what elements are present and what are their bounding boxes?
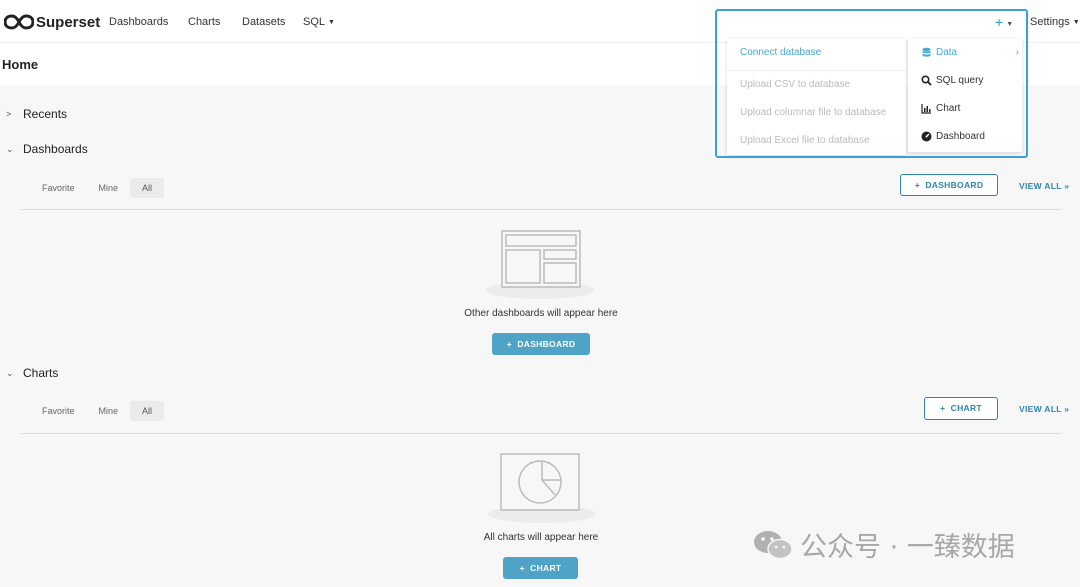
dashboard-placeholder-icon	[486, 230, 594, 299]
add-chart-label: CHART	[950, 403, 982, 413]
dashboards-empty-text: Other dashboards will appear here	[464, 308, 618, 319]
add-dashboard-button[interactable]: + DASHBOARD	[900, 174, 998, 196]
add-chart-button[interactable]: + CHART	[924, 397, 998, 420]
plus-icon: +	[914, 180, 920, 190]
dashboards-filter-tabs: Favorite Mine All	[30, 178, 165, 198]
nav-sql-label: SQL	[303, 16, 326, 28]
charts-label: Charts	[23, 366, 59, 380]
add-dashboard-label: DASHBOARD	[925, 180, 984, 190]
tab-favorite[interactable]: Favorite	[30, 401, 87, 421]
wechat-icon	[754, 530, 793, 559]
dashboards-view-all-link[interactable]: VIEW ALL »	[1019, 181, 1069, 191]
nav-charts[interactable]: Charts	[188, 16, 220, 28]
tab-mine[interactable]: Mine	[87, 401, 131, 421]
settings-menu[interactable]: Settings ▼	[1030, 16, 1080, 28]
plus-icon: +	[506, 339, 512, 349]
charts-toggle[interactable]: ⌄ Charts	[6, 366, 58, 380]
nav-dashboards[interactable]: Dashboards	[109, 16, 168, 28]
chevron-right-icon: >	[6, 109, 12, 119]
recents-toggle[interactable]: > Recents	[6, 107, 67, 121]
tab-all[interactable]: All	[130, 401, 165, 421]
divider	[21, 209, 1061, 210]
page-title: Home	[2, 57, 39, 72]
superset-logo-icon	[4, 14, 34, 30]
app-name: Superset	[36, 13, 101, 31]
chevron-down-icon: ▼	[328, 19, 335, 26]
charts-view-all-link[interactable]: VIEW ALL »	[1019, 404, 1069, 414]
chevron-down-icon: ⌄	[6, 143, 14, 154]
wechat-watermark: 公众号 · 一臻数据	[752, 525, 1015, 564]
charts-filter-tabs: Favorite Mine All	[30, 401, 165, 421]
tab-favorite[interactable]: Favorite	[30, 178, 87, 198]
tab-all[interactable]: All	[130, 178, 165, 198]
nav-datasets[interactable]: Datasets	[242, 16, 285, 28]
create-chart-button[interactable]: + CHART	[503, 557, 578, 579]
dashboards-label: Dashboards	[23, 142, 88, 156]
create-chart-label: CHART	[530, 563, 562, 573]
create-dashboard-label: DASHBOARD	[517, 339, 576, 349]
charts-empty-text: All charts will appear here	[483, 532, 599, 543]
tab-mine[interactable]: Mine	[87, 178, 131, 198]
settings-label: Settings	[1030, 16, 1070, 28]
superset-logo[interactable]: Superset	[4, 12, 100, 32]
dashboards-toggle[interactable]: ⌄ Dashboards	[6, 142, 88, 156]
watermark-text: 公众号 · 一臻数据	[800, 532, 1015, 563]
nav-sql[interactable]: SQL ▼	[303, 16, 335, 28]
chevron-down-icon: ▼	[1072, 19, 1080, 26]
divider	[21, 433, 1061, 434]
recents-label: Recents	[23, 107, 68, 121]
chevron-down-icon: ⌄	[6, 367, 14, 378]
chart-placeholder-icon	[488, 453, 596, 523]
create-dashboard-button[interactable]: + DASHBOARD	[492, 333, 590, 355]
plus-icon: +	[940, 403, 946, 413]
plus-icon: +	[519, 563, 525, 573]
dropdown-highlight-frame	[715, 9, 1028, 158]
